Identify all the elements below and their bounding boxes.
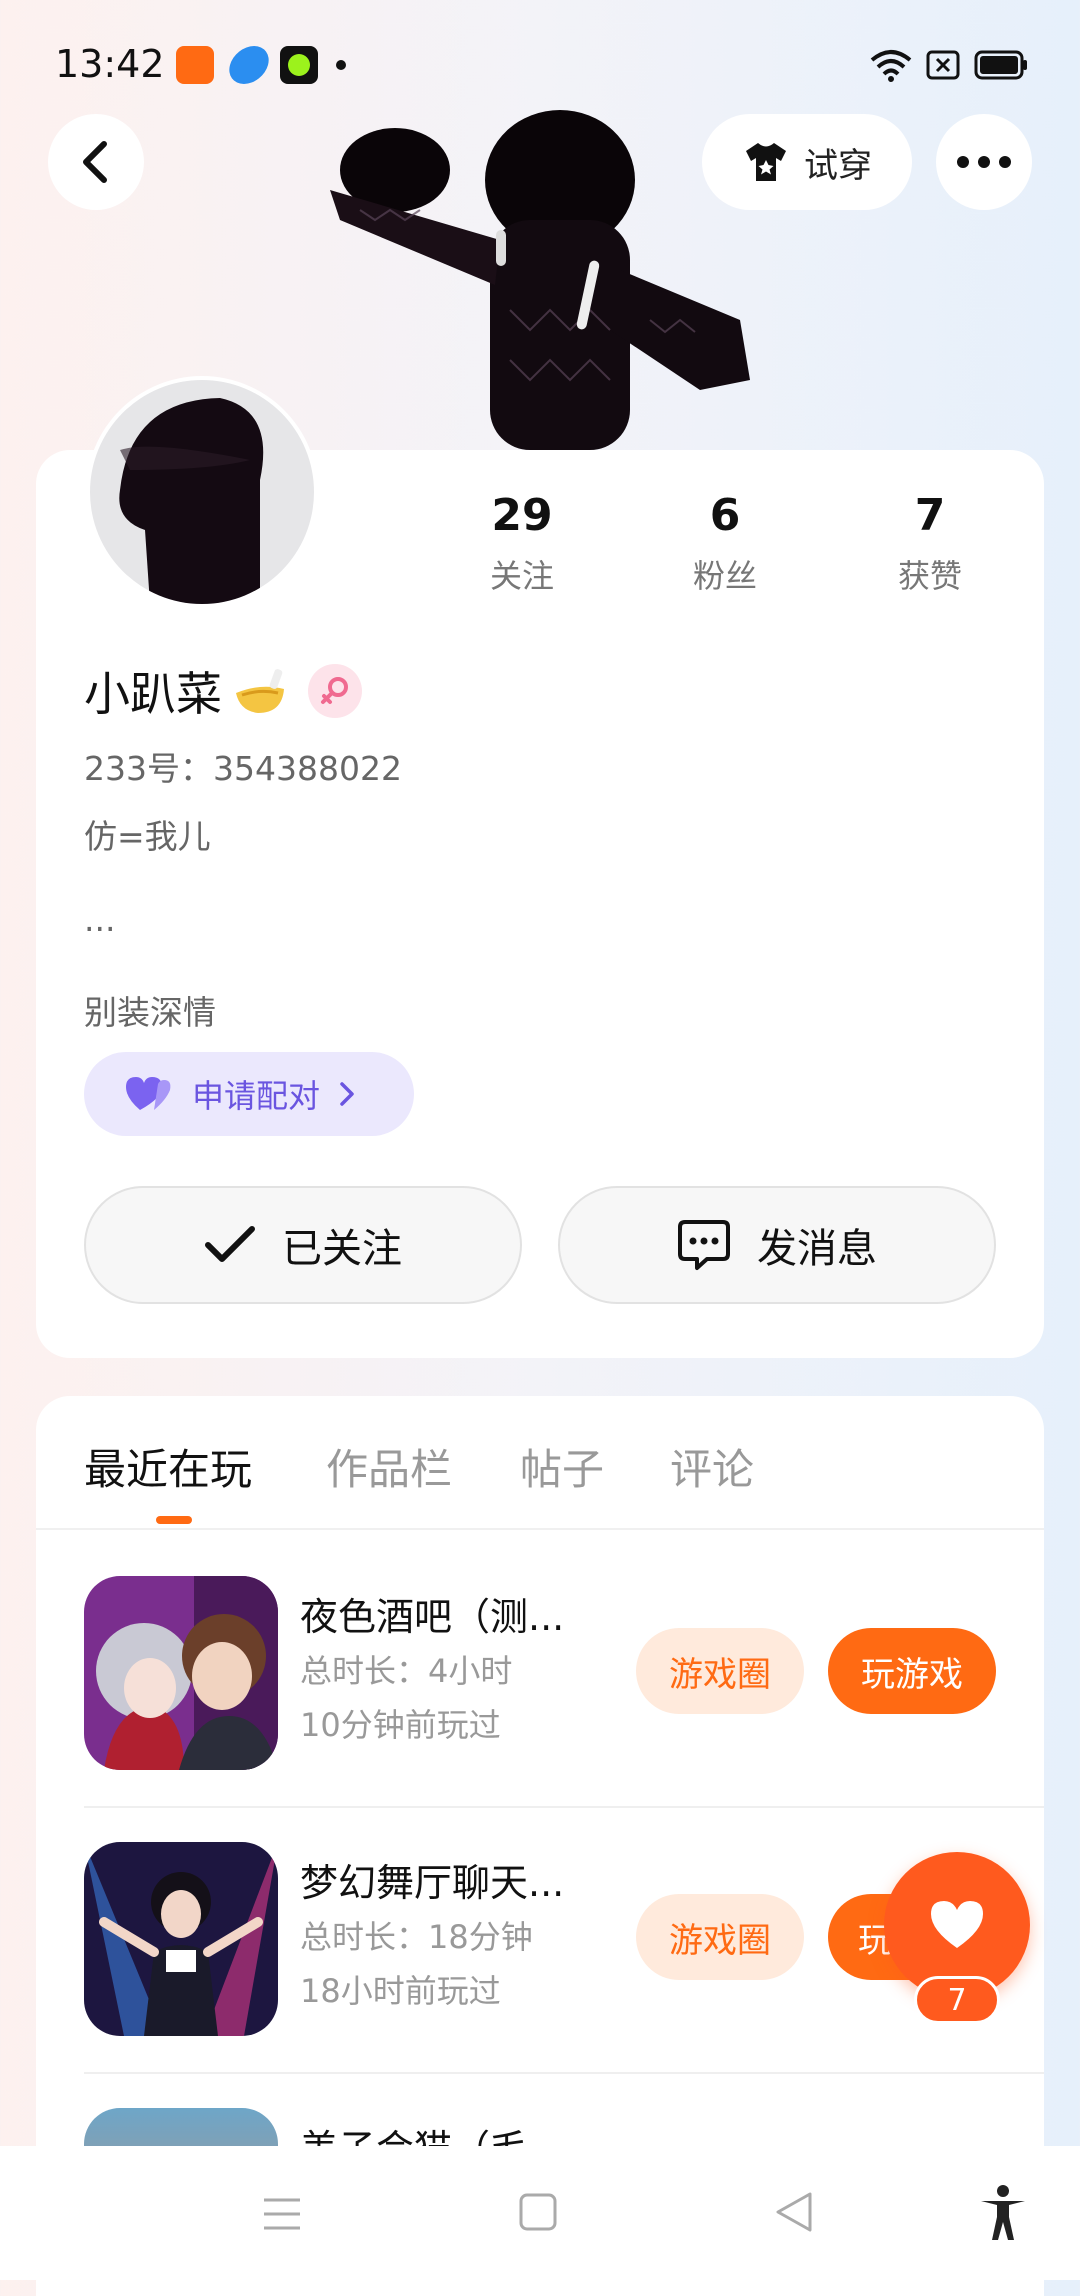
chevron-right-icon	[340, 1082, 354, 1106]
stat-fans[interactable]: 6 粉丝	[645, 490, 805, 597]
stat-likes-label: 获赞	[897, 557, 962, 595]
more-dots-icon	[957, 156, 1011, 168]
game-item[interactable]: 美子会猫（毛	[84, 2108, 1044, 2146]
list-divider	[84, 2072, 1044, 2074]
stat-likes-value: 7	[914, 490, 946, 541]
game-duration: 总时长：18分钟	[300, 1918, 533, 1956]
back-button[interactable]	[48, 114, 144, 210]
avatar-image	[90, 380, 314, 604]
game-name: 夜色酒吧（测...	[300, 1595, 565, 1639]
message-button[interactable]: 发消息	[558, 1186, 996, 1304]
tab-posts[interactable]: 帖子	[520, 1436, 604, 1497]
check-icon	[205, 1226, 255, 1262]
stat-following[interactable]: 29 关注	[442, 490, 602, 597]
heart-icon	[931, 1901, 983, 1948]
follow-button[interactable]: 已关注	[84, 1186, 522, 1304]
try-on-label: 试穿	[804, 145, 872, 186]
double-heart-icon	[126, 1077, 171, 1110]
bio-line-2: ...	[84, 900, 116, 939]
stat-likes[interactable]: 7 获赞	[850, 490, 1010, 597]
chat-bubble-icon	[678, 1220, 730, 1270]
back-triangle-icon[interactable]	[774, 2190, 814, 2234]
stat-following-label: 关注	[489, 557, 554, 595]
game-last-played: 10分钟前玩过	[300, 1706, 501, 1744]
game-duration: 总时长：4小时	[300, 1652, 513, 1690]
home-square-icon[interactable]	[518, 2192, 558, 2232]
game-circle-button[interactable]: 游戏圈	[636, 1894, 804, 1980]
game-name: 美子会猫（毛	[300, 2118, 528, 2146]
nickname: 小趴菜	[84, 667, 222, 721]
dot-icon	[336, 60, 346, 70]
tab-comments[interactable]: 评论	[670, 1436, 754, 1497]
pair-request-button[interactable]: 申请配对	[84, 1052, 414, 1136]
tab-works[interactable]: 作品栏	[326, 1436, 452, 1497]
female-icon	[321, 677, 348, 704]
active-tab-indicator	[156, 1516, 192, 1524]
system-nav-bar	[0, 2146, 1080, 2280]
stat-fans-label: 粉丝	[692, 557, 757, 595]
stat-fans-value: 6	[709, 490, 741, 541]
app-icon-orange	[176, 46, 214, 84]
game-icon[interactable]	[84, 1842, 278, 2036]
game-last-played: 18小时前玩过	[300, 1972, 501, 2010]
tshirt-icon	[746, 143, 786, 181]
tab-recently-played[interactable]: 最近在玩	[84, 1436, 252, 1497]
battery-icon	[974, 50, 1027, 80]
stat-following-value: 29	[491, 490, 553, 541]
accessibility-icon[interactable]	[978, 2184, 1028, 2242]
fortune-cookie-icon	[236, 669, 284, 713]
play-game-button[interactable]: 玩游戏	[828, 1628, 996, 1714]
like-count-badge: 7	[914, 1976, 1000, 2024]
list-divider	[84, 1806, 1044, 1808]
bio-line-1: 仿=我儿	[84, 817, 211, 856]
message-button-label: 发消息	[757, 1226, 877, 1272]
wifi-icon	[870, 50, 912, 82]
try-on-button[interactable]: 试穿	[702, 114, 912, 210]
game-icon[interactable]	[84, 2108, 278, 2146]
tab-divider	[36, 1528, 1044, 1530]
bio-line-3: 别装深情	[84, 993, 216, 1032]
game-item[interactable]: 夜色酒吧（测... 总时长：4小时 10分钟前玩过 游戏圈 玩游戏	[84, 1576, 1044, 1772]
sim-off-icon	[926, 50, 960, 80]
follow-button-label: 已关注	[282, 1226, 402, 1272]
app-icon-blue	[224, 46, 274, 84]
menu-icon[interactable]	[262, 2196, 302, 2232]
status-time: 13:42	[55, 42, 165, 86]
pair-request-label: 申请配对	[192, 1077, 321, 1115]
app-icon-green	[280, 46, 318, 84]
account-id: 233号：354388022	[84, 749, 402, 788]
avatar[interactable]	[86, 376, 318, 608]
gender-badge	[308, 664, 362, 718]
game-icon[interactable]	[84, 1576, 278, 1770]
chevron-left-icon	[83, 141, 107, 183]
more-button[interactable]	[936, 114, 1032, 210]
game-name: 梦幻舞厅聊天...	[300, 1861, 565, 1905]
nickname-row: 小趴菜	[84, 658, 362, 724]
game-circle-button[interactable]: 游戏圈	[636, 1628, 804, 1714]
